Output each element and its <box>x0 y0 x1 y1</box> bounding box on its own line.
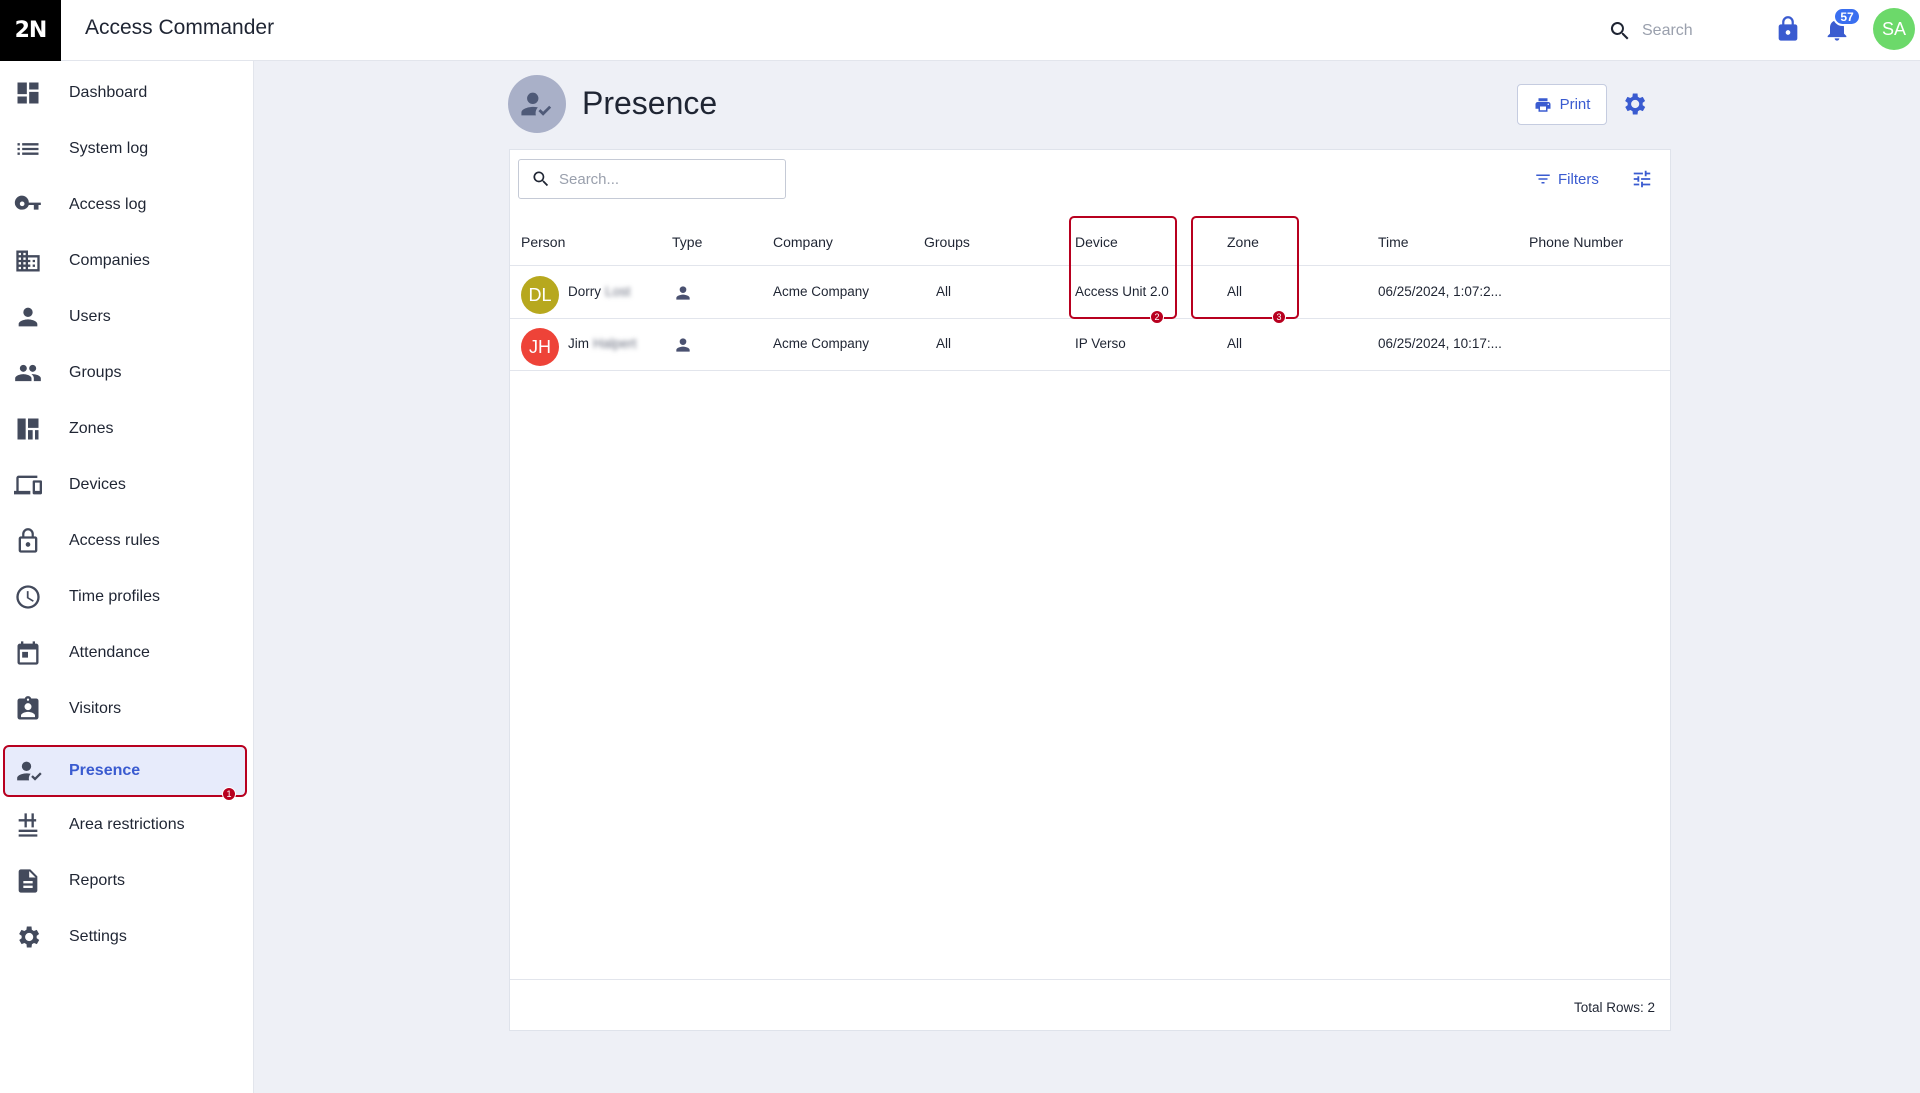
column-settings-tune-icon[interactable] <box>1631 168 1655 192</box>
page-settings-gear-icon[interactable] <box>1620 90 1650 120</box>
devices-icon <box>13 470 43 500</box>
global-search[interactable]: Search <box>1608 15 1693 47</box>
dashboard-icon <box>13 78 43 108</box>
sidebar-item-label: Visitors <box>69 700 122 717</box>
calendar-icon <box>13 638 43 668</box>
key-icon <box>13 190 43 220</box>
sidebar-item-label: Settings <box>69 928 127 945</box>
sidebar-item-label: Users <box>69 308 111 325</box>
company-cell: Acme Company <box>773 284 870 299</box>
print-button[interactable]: Print <box>1517 84 1607 125</box>
sidebar-item-label: Area restrictions <box>69 816 185 833</box>
device-cell: IP Verso <box>1075 336 1126 351</box>
table-row[interactable]: JH Jim Halpert Acme Company All IP Verso … <box>510 319 1670 371</box>
column-header-phone-number[interactable]: Phone Number <box>1529 234 1623 250</box>
table-search[interactable] <box>518 159 786 199</box>
column-header-type[interactable]: Type <box>672 234 702 250</box>
time-cell: 06/25/2024, 1:07:2... <box>1378 284 1502 299</box>
zone-cell: All <box>1227 336 1243 351</box>
sidebar-item-groups[interactable]: Groups <box>0 345 254 401</box>
zone-column-highlight: 3 <box>1191 216 1299 324</box>
column-header-company[interactable]: Company <box>773 234 833 250</box>
time-cell: 06/25/2024, 10:17:... <box>1378 336 1502 351</box>
filter-icon <box>1536 174 1550 184</box>
sidebar-item-label: System log <box>69 140 149 157</box>
page-person-check-icon <box>508 75 566 133</box>
person-avatar: JH <box>521 328 559 366</box>
groups-cell: All <box>936 284 952 299</box>
sidebar-item-companies[interactable]: Companies <box>0 233 254 289</box>
gear-icon <box>13 922 43 952</box>
groups-cell: All <box>936 336 952 351</box>
sidebar-item-attendance[interactable]: Attendance <box>0 625 254 681</box>
building-icon <box>13 246 43 276</box>
table-footer: Total Rows: 2 <box>510 979 1670 1031</box>
top-bar: 2N Access Commander Search 57 SA <box>0 0 1920 61</box>
company-cell: Acme Company <box>773 336 870 351</box>
sidebar-item-label: Reports <box>69 872 126 889</box>
user-avatar[interactable]: SA <box>1873 8 1915 50</box>
sidebar-item-presence[interactable]: Presence 1 <box>3 745 247 801</box>
search-icon <box>533 171 549 187</box>
sidebar-item-label: Access rules <box>69 532 160 549</box>
page-title: Presence <box>582 85 718 121</box>
zones-icon <box>13 414 43 444</box>
person-check-icon <box>15 756 45 786</box>
sidebar: Dashboard System log Access log Companie… <box>0 61 254 1093</box>
sidebar-item-label: Time profiles <box>69 588 160 605</box>
search-icon <box>1610 22 1629 40</box>
sidebar-item-label: Groups <box>69 364 122 381</box>
people-icon <box>13 358 43 388</box>
list-icon <box>13 134 43 164</box>
sidebar-item-access-rules[interactable]: Access rules <box>0 513 254 569</box>
user-type-person-icon <box>673 283 693 303</box>
table-search-input[interactable] <box>559 170 779 188</box>
lock-open-icon <box>13 526 43 556</box>
app-title: Access Commander <box>85 16 275 39</box>
person-name: Dorry Lost <box>568 284 631 299</box>
sidebar-item-label: Companies <box>69 252 150 269</box>
sidebar-item-users[interactable]: Users <box>0 289 254 345</box>
sidebar-item-label: Devices <box>69 476 126 493</box>
presence-table-card: Filters Person Type Company Groups Devic… <box>509 149 1671 1031</box>
notification-count-badge: 57 <box>1833 7 1861 26</box>
sidebar-item-label: Dashboard <box>69 84 148 101</box>
sidebar-item-label: Access log <box>69 196 147 213</box>
app-logo[interactable]: 2N <box>0 0 61 61</box>
sidebar-item-area-restrictions[interactable]: Area restrictions <box>0 797 254 853</box>
total-rows-count: Total Rows: 2 <box>1573 1000 1655 1015</box>
sidebar-item-devices[interactable]: Devices <box>0 457 254 513</box>
filters-button-label: Filters <box>1558 170 1599 188</box>
person-name: Jim Halpert <box>568 336 637 351</box>
person-icon <box>13 302 43 332</box>
clock-icon <box>13 582 43 612</box>
sidebar-item-dashboard[interactable]: Dashboard <box>0 65 254 121</box>
lock-icon[interactable] <box>1774 15 1802 43</box>
global-search-placeholder: Search <box>1642 22 1693 39</box>
sidebar-item-time-profiles[interactable]: Time profiles <box>0 569 254 625</box>
annotation-step-marker: 3 <box>1272 310 1286 324</box>
sidebar-item-visitors[interactable]: Visitors <box>0 681 254 737</box>
sidebar-item-system-log[interactable]: System log <box>0 121 254 177</box>
printer-icon <box>1535 97 1551 112</box>
sidebar-item-zones[interactable]: Zones <box>0 401 254 457</box>
area-restriction-icon <box>13 810 43 840</box>
sidebar-item-label: Zones <box>69 420 114 437</box>
visitor-badge-icon <box>13 694 43 724</box>
person-avatar: DL <box>521 276 559 314</box>
user-type-person-icon <box>673 335 693 355</box>
annotation-step-marker: 2 <box>1150 310 1164 324</box>
document-icon <box>13 866 43 896</box>
filters-button[interactable]: Filters <box>1534 170 1599 188</box>
column-header-person[interactable]: Person <box>521 234 565 250</box>
sidebar-item-reports[interactable]: Reports <box>0 853 254 909</box>
sidebar-item-label: Attendance <box>69 644 150 661</box>
column-header-groups[interactable]: Groups <box>924 234 970 250</box>
sidebar-item-settings[interactable]: Settings <box>0 909 254 965</box>
sidebar-item-label: Presence <box>69 762 141 779</box>
device-column-highlight: 2 <box>1069 216 1177 324</box>
sidebar-item-access-log[interactable]: Access log <box>0 177 254 233</box>
column-header-time[interactable]: Time <box>1378 234 1409 250</box>
print-button-label: Print <box>1559 96 1591 113</box>
